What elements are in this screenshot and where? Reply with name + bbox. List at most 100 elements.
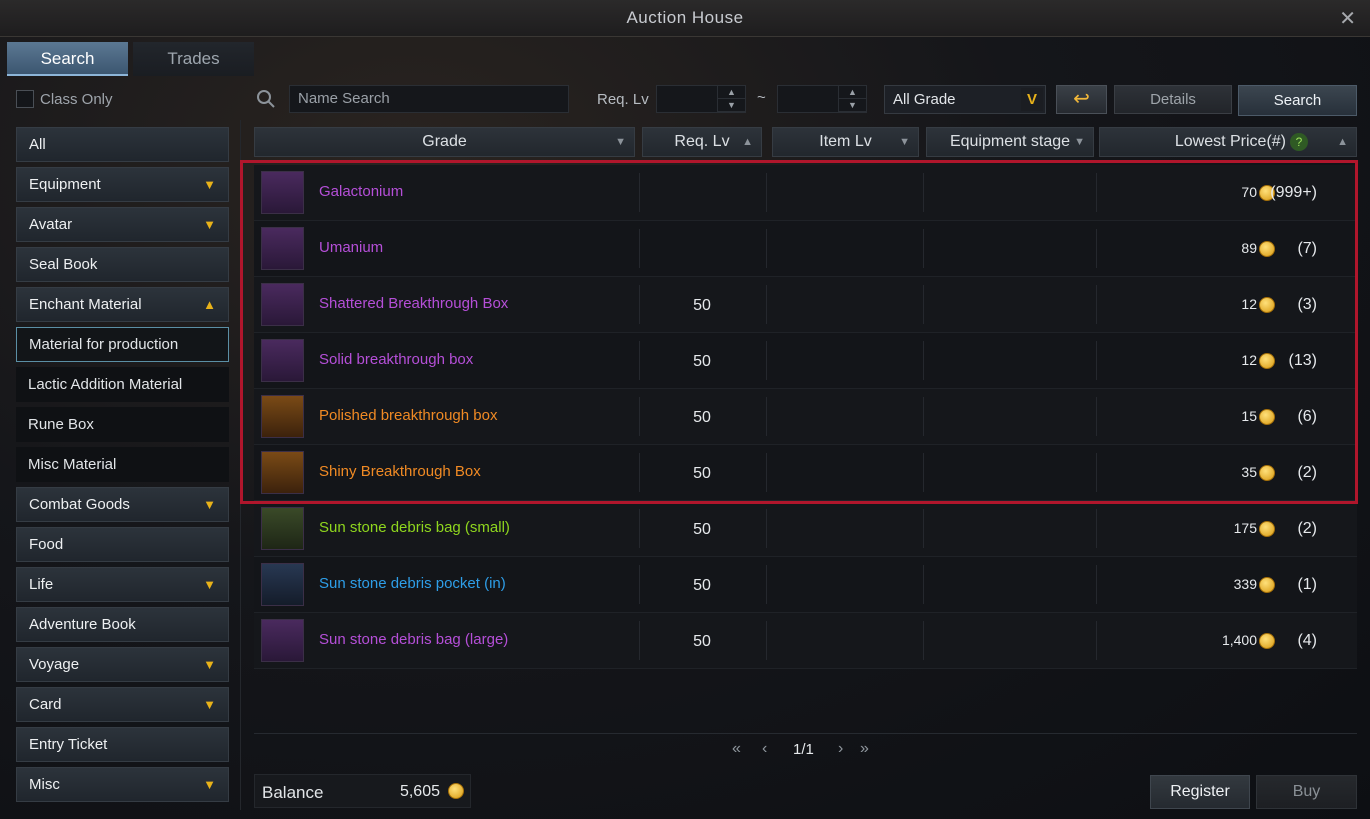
column-divider xyxy=(639,565,640,604)
sort-up-icon[interactable]: ▲ xyxy=(1337,128,1348,156)
buy-button[interactable]: Buy xyxy=(1256,775,1357,809)
table-row[interactable]: Shiny Breakthrough Box 50 35 (2) xyxy=(254,445,1357,501)
item-req-lv: 50 xyxy=(693,465,711,482)
item-price: 89 xyxy=(1241,240,1257,256)
column-divider xyxy=(766,229,767,268)
first-page-icon[interactable]: « xyxy=(732,740,741,758)
min-level-input[interactable]: ▲ ▼ xyxy=(656,85,746,113)
chevron-down-icon: ▼ xyxy=(203,177,216,192)
max-level-input[interactable]: ▲ ▼ xyxy=(777,85,867,113)
item-count: (13) xyxy=(1288,352,1317,369)
sidebar-item[interactable]: Lactic Addition Material xyxy=(16,367,229,402)
sidebar-item[interactable]: Entry Ticket xyxy=(16,727,229,762)
balance-label: Balance xyxy=(262,783,324,802)
sidebar-item[interactable]: Misc Material xyxy=(16,447,229,482)
column-divider xyxy=(1096,621,1097,660)
table-row[interactable]: Shattered Breakthrough Box 50 12 (3) xyxy=(254,277,1357,333)
name-search-input[interactable]: Name Search xyxy=(289,85,569,113)
close-icon[interactable]: ✕ xyxy=(1339,6,1356,31)
sort-up-icon[interactable]: ▲ xyxy=(742,128,753,156)
sidebar-item[interactable]: Life ▼ xyxy=(16,567,229,602)
equipment-stage-header-label: Equipment stage xyxy=(949,133,1071,150)
grade-dropdown[interactable]: All Grade V xyxy=(884,85,1046,114)
item-name: Polished breakthrough box xyxy=(319,407,498,424)
table-row[interactable]: Sun stone debris bag (large) 50 1,400 (4) xyxy=(254,613,1357,669)
class-only-checkbox[interactable] xyxy=(16,90,34,108)
sidebar-item[interactable]: Voyage ▼ xyxy=(16,647,229,682)
sidebar-item[interactable]: Adventure Book xyxy=(16,607,229,642)
sidebar-item-label: Voyage xyxy=(29,656,80,673)
column-divider xyxy=(923,229,924,268)
sidebar-item-label: Enchant Material xyxy=(29,296,142,313)
chevron-down-icon[interactable]: ▼ xyxy=(718,99,745,112)
sidebar-item[interactable]: Avatar ▼ xyxy=(16,207,229,242)
table-row[interactable]: Polished breakthrough box 50 15 (6) xyxy=(254,389,1357,445)
sidebar-item[interactable]: All xyxy=(16,127,229,162)
column-header-grade[interactable]: Grade ▼ xyxy=(254,127,635,157)
reset-button[interactable]: ↩ xyxy=(1056,85,1107,114)
sidebar-item[interactable]: Combat Goods ▼ xyxy=(16,487,229,522)
table-row[interactable]: Sun stone debris bag (small) 50 175 (2) xyxy=(254,501,1357,557)
gold-coin-icon xyxy=(1259,353,1275,369)
column-header-item-lv[interactable]: Item Lv ▼ xyxy=(772,127,919,157)
sidebar-item[interactable]: Rune Box xyxy=(16,407,229,442)
table-row[interactable]: Sun stone debris pocket (in) 50 339 (1) xyxy=(254,557,1357,613)
sidebar-item-label: Material for production xyxy=(29,336,179,353)
chevron-down-icon[interactable]: ▼ xyxy=(839,99,866,112)
chest-icon xyxy=(261,283,304,326)
register-button[interactable]: Register xyxy=(1150,775,1250,809)
item-name: Shiny Breakthrough Box xyxy=(319,463,481,480)
column-divider xyxy=(1096,229,1097,268)
column-divider xyxy=(766,173,767,212)
class-only-toggle[interactable]: Class Only xyxy=(16,89,113,109)
sidebar-item[interactable]: Food xyxy=(16,527,229,562)
chevron-down-icon[interactable]: V xyxy=(1021,88,1043,111)
item-count: (7) xyxy=(1297,240,1317,257)
column-header-req-lv[interactable]: Req. Lv ▲ xyxy=(642,127,762,157)
sort-down-icon[interactable]: ▼ xyxy=(615,128,626,156)
details-button[interactable]: Details xyxy=(1114,85,1232,114)
sidebar-item[interactable]: Seal Book xyxy=(16,247,229,282)
column-header-equipment-stage[interactable]: Equipment stage ▼ xyxy=(926,127,1094,157)
help-icon[interactable]: ? xyxy=(1290,133,1308,151)
next-page-icon[interactable]: › xyxy=(838,740,843,758)
gold-coin-icon xyxy=(448,783,464,799)
item-count: (1) xyxy=(1297,576,1317,593)
tab-search[interactable]: Search xyxy=(7,42,128,76)
sidebar-item[interactable]: Material for production xyxy=(16,327,229,362)
sort-down-icon[interactable]: ▼ xyxy=(899,128,910,156)
chevron-up-icon[interactable]: ▲ xyxy=(839,86,866,99)
search-button[interactable]: Search xyxy=(1238,85,1357,116)
sidebar-item[interactable]: Equipment ▼ xyxy=(16,167,229,202)
item-price: 35 xyxy=(1241,464,1257,480)
column-divider xyxy=(923,509,924,548)
item-count: (999+) xyxy=(1270,184,1317,201)
column-divider xyxy=(639,173,640,212)
max-level-stepper[interactable]: ▲ ▼ xyxy=(838,86,866,112)
item-price: 12 xyxy=(1241,352,1257,368)
range-separator: ~ xyxy=(757,89,766,106)
sidebar-item[interactable]: Enchant Material ▲ xyxy=(16,287,229,322)
sidebar-item[interactable]: Misc ▼ xyxy=(16,767,229,802)
tab-trades[interactable]: Trades xyxy=(133,42,254,76)
sidebar-item-label: Card xyxy=(29,696,62,713)
column-header-lowest-price[interactable]: Lowest Price(#) ? ▲ xyxy=(1099,127,1357,157)
sidebar-item[interactable]: Card ▼ xyxy=(16,687,229,722)
column-divider xyxy=(766,565,767,604)
table-row[interactable]: Solid breakthrough box 50 12 (13) xyxy=(254,333,1357,389)
last-page-icon[interactable]: » xyxy=(860,740,869,758)
table-row[interactable]: Galactonium 70 (999+) xyxy=(254,165,1357,221)
balance-display: Balance 5,605 xyxy=(254,774,471,808)
column-divider xyxy=(1096,285,1097,324)
prev-page-icon[interactable]: ‹ xyxy=(762,740,767,758)
chevron-up-icon[interactable]: ▲ xyxy=(718,86,745,99)
chevron-down-icon: ▼ xyxy=(203,697,216,712)
lowest-price-header-label: Lowest Price(#) xyxy=(1174,133,1286,150)
gold-coin-icon xyxy=(1259,577,1275,593)
column-divider xyxy=(923,453,924,492)
chevron-down-icon: ▼ xyxy=(203,657,216,672)
table-row[interactable]: Umanium 89 (7) xyxy=(254,221,1357,277)
balance-value: 5,605 xyxy=(399,783,440,800)
min-level-stepper[interactable]: ▲ ▼ xyxy=(717,86,745,112)
sort-down-icon[interactable]: ▼ xyxy=(1074,128,1085,156)
